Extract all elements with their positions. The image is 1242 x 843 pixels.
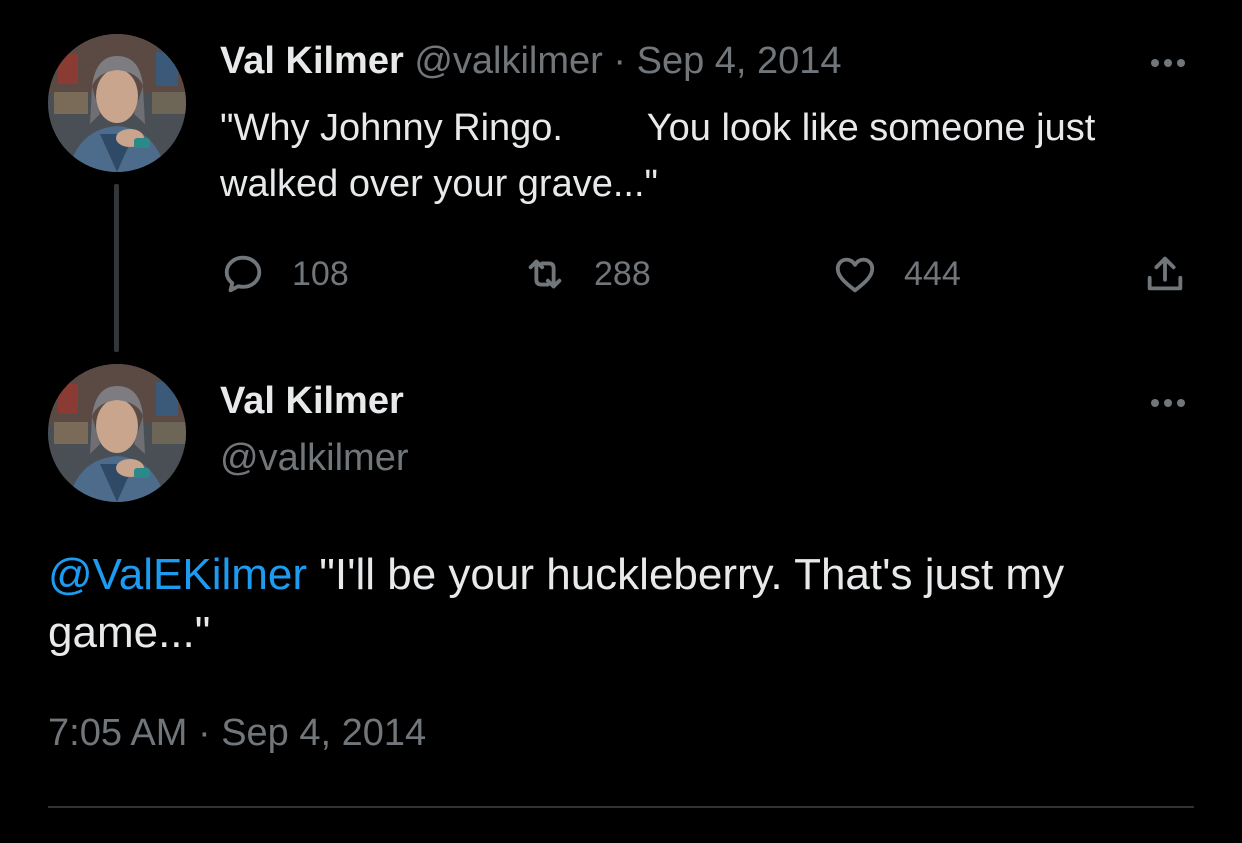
tweet2-time: 7:05 AM [48,712,188,754]
tweet2-handle[interactable]: @valkilmer [220,435,408,481]
tweet1-handle[interactable]: @valkilmer [414,40,602,82]
tweet1-avatar[interactable] [48,34,186,172]
tweet2-date: Sep 4, 2014 [221,712,427,754]
more-dots-icon [1151,399,1159,407]
divider [48,806,1194,808]
retweet-count: 288 [594,254,651,293]
tweet2-avatar[interactable] [48,364,186,502]
share-button[interactable] [1142,250,1188,298]
more-dot [1177,399,1185,407]
tweet2-separator: · [197,712,211,754]
more-dots-icon [1151,59,1159,67]
reply-button[interactable]: 108 [220,250,349,298]
more-dot [1177,59,1185,67]
tweet2-display-name[interactable]: Val Kilmer [220,378,404,424]
tweet1-text: "Why Johnny Ringo. You look like someone… [220,107,1159,205]
more-dot [1164,399,1172,407]
profile-photo-icon [48,34,186,172]
tweet2-text: @ValEKilmer "I'll be your huckleberry. T… [48,546,1208,662]
tweet1-header: Val Kilmer @valkilmer · Sep 4, 2014 [220,38,842,84]
mention-link[interactable]: @ValEKilmer [48,550,307,599]
share-icon [1147,256,1183,291]
reply-icon [224,255,262,293]
like-button[interactable]: 444 [832,250,961,298]
like-count: 444 [904,254,961,293]
tweet2-timestamp[interactable]: 7:05 AM · Sep 4, 2014 [48,710,426,756]
retweet-button[interactable]: 288 [522,250,651,298]
profile-photo-icon [48,364,186,502]
heart-icon [835,257,875,293]
tweet1-more-button[interactable] [1144,53,1192,73]
retweet-icon [528,259,562,289]
tweet1-date[interactable]: Sep 4, 2014 [637,40,842,82]
tweet2-more-button[interactable] [1144,393,1192,413]
tweet1-separator: · [613,40,627,82]
more-dot [1164,59,1172,67]
reply-count: 108 [292,254,349,293]
thread-connector-line [114,184,119,352]
tweet1-display-name[interactable]: Val Kilmer [220,40,404,82]
